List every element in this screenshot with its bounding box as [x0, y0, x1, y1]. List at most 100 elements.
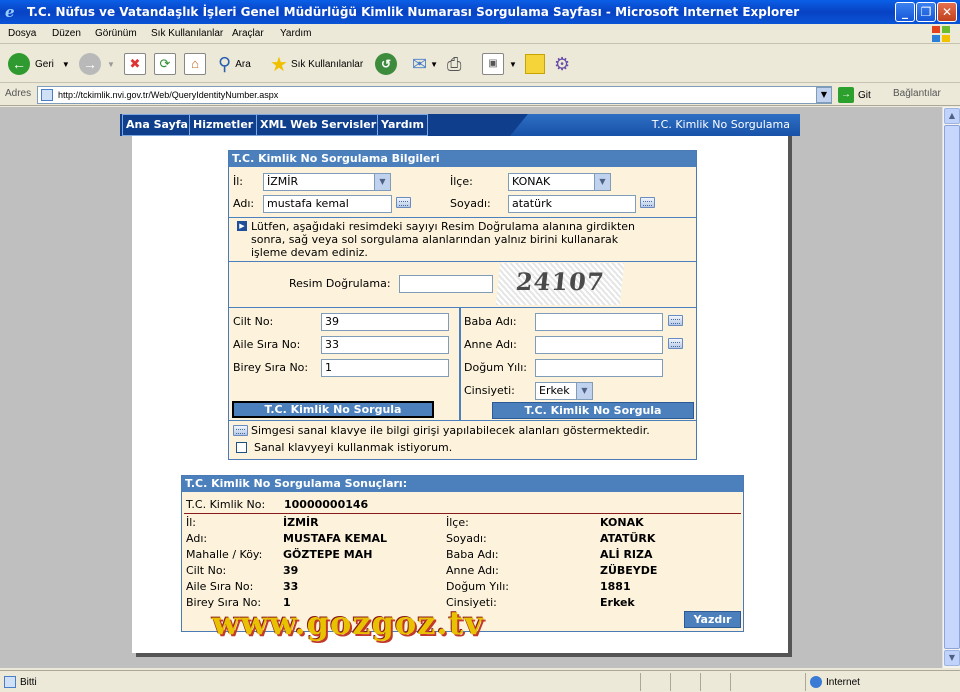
dogum-input[interactable] [535, 359, 663, 377]
keyboard-note: Simgesi sanal klavye ile bilgi girişi ya… [251, 424, 650, 437]
birey-input[interactable]: 1 [321, 359, 449, 377]
keyboard-checkbox[interactable] [236, 442, 247, 453]
dogum-label: Doğum Yılı: [464, 361, 527, 374]
baba-label: Baba Adı: [464, 315, 517, 328]
baba-input[interactable] [535, 313, 663, 331]
divider [184, 513, 741, 514]
status-separator [670, 673, 671, 691]
scroll-up-icon[interactable]: ▲ [944, 108, 960, 124]
edit-dropdown-icon[interactable]: ▼ [509, 60, 517, 69]
scroll-down-icon[interactable]: ▼ [944, 650, 960, 666]
edit-icon: ▣ [482, 53, 504, 75]
star-icon: ★ [270, 53, 288, 76]
virtual-keyboard-icon[interactable] [668, 338, 683, 349]
query-panel-header: T.C. Kimlik No Sorgulama Bilgileri [229, 151, 696, 167]
info-arrow-icon: ▶ [237, 221, 247, 231]
status-separator [640, 673, 641, 691]
result-value: ATATÜRK [600, 532, 656, 545]
ie-icon: e [5, 3, 15, 21]
address-bar: Adres http://tckimlik.nvi.gov.tr/Web/Que… [0, 84, 960, 106]
refresh-icon: ⟳ [154, 53, 176, 75]
divider [229, 217, 696, 218]
menu-araclar[interactable]: Araçlar [232, 28, 264, 39]
address-dropdown-icon[interactable]: ▼ [816, 87, 832, 103]
home-button[interactable]: ⌂ [184, 52, 206, 76]
aile-label: Aile Sıra No: [233, 338, 301, 351]
page-title: T.C. Kimlik No Sorgulama [651, 118, 790, 131]
result-value: 1881 [600, 580, 631, 593]
printer-icon: ⎙ [447, 53, 462, 74]
favorites-button[interactable]: ★ Sık Kullanılanlar [270, 52, 363, 76]
mail-button[interactable]: ✉ ▼ [412, 52, 438, 76]
divider [229, 261, 696, 262]
address-url: http://tckimlik.nvi.gov.tr/Web/QueryIden… [58, 90, 279, 100]
nav-yardim[interactable]: Yardım [377, 114, 428, 136]
go-label: Git [858, 89, 871, 101]
status-zone-text: Internet [826, 676, 860, 688]
result-value: 33 [283, 580, 299, 593]
nav-xml-web-servisleri[interactable]: XML Web Servisleri [256, 114, 384, 136]
go-button[interactable]: → Git [838, 87, 871, 103]
virtual-keyboard-icon[interactable] [668, 315, 683, 326]
minimize-button[interactable]: _ [895, 2, 915, 22]
edit-button[interactable]: ▣ ▼ [482, 52, 517, 76]
stop-button[interactable]: ✖ [124, 52, 146, 76]
query-left-button[interactable]: T.C. Kimlik No Sorgula [232, 401, 434, 418]
captcha-image: 24107 [495, 263, 625, 305]
menu-duzen[interactable]: Düzen [52, 28, 81, 39]
vertical-scrollbar[interactable]: ▲ ▼ [942, 107, 960, 668]
nav-hizmetler[interactable]: Hizmetler [189, 114, 258, 136]
research-button[interactable]: ⚙ [554, 52, 570, 76]
cinsiyet-selected: Erkek [539, 384, 570, 397]
scroll-thumb[interactable] [944, 125, 960, 649]
menu-yardim[interactable]: Yardım [280, 28, 312, 39]
virtual-keyboard-icon[interactable] [396, 197, 411, 208]
mail-icon: ✉ [412, 53, 428, 74]
soyadi-input[interactable]: atatürk [508, 195, 636, 213]
back-button[interactable]: ← Geri ▼ [8, 52, 70, 76]
query-right-button[interactable]: T.C. Kimlik No Sorgula [492, 402, 694, 419]
history-button[interactable]: ↺ [375, 52, 397, 76]
address-input[interactable]: http://tckimlik.nvi.gov.tr/Web/QueryIden… [37, 86, 832, 104]
back-dropdown-icon[interactable]: ▼ [62, 60, 70, 69]
captcha-input[interactable] [399, 275, 493, 293]
search-button[interactable]: ⚲ Ara [218, 52, 251, 76]
result-label: Mahalle / Köy: [186, 548, 263, 561]
result-label: Baba Adı: [446, 548, 499, 561]
cinsiyet-select[interactable]: Erkek ▼ [535, 382, 593, 400]
notes-button[interactable] [525, 52, 545, 76]
result-value: Erkek [600, 596, 635, 609]
mail-dropdown-icon[interactable]: ▼ [430, 60, 438, 69]
menu-sik-kullanilanlar[interactable]: Sık Kullanılanlar [151, 28, 223, 39]
il-dropdown-icon: ▼ [374, 174, 390, 190]
links-button[interactable]: Bağlantılar [893, 88, 941, 99]
adi-input[interactable]: mustafa kemal [263, 195, 392, 213]
info-text-line2: sonra, sağ veya sol sorgulama alanlarınd… [251, 233, 619, 246]
title-bar: e T.C. Nüfus ve Vatandaşlık İşleri Genel… [0, 0, 960, 24]
cinsiyet-label: Cinsiyeti: [464, 384, 515, 397]
menu-dosya[interactable]: Dosya [8, 28, 36, 39]
nav-ana-sayfa[interactable]: Ana Sayfa [122, 114, 192, 136]
menu-gorunum[interactable]: Görünüm [95, 28, 137, 39]
cilt-input[interactable]: 39 [321, 313, 449, 331]
home-icon: ⌂ [184, 53, 206, 75]
windows-logo-icon [932, 26, 950, 42]
refresh-button[interactable]: ⟳ [154, 52, 176, 76]
print-toolbar-button[interactable]: ⎙ [447, 52, 461, 76]
close-button[interactable]: ✕ [937, 2, 957, 22]
address-label: Adres [5, 88, 32, 99]
print-button[interactable]: Yazdır [684, 611, 741, 628]
ilce-select[interactable]: KONAK ▼ [508, 173, 611, 191]
anne-input[interactable] [535, 336, 663, 354]
ilce-label: İlçe: [450, 175, 473, 188]
forward-button[interactable]: → ▼ [79, 52, 115, 76]
result-label: Aile Sıra No: [186, 580, 254, 593]
il-select[interactable]: İZMİR ▼ [263, 173, 391, 191]
result-value: 39 [283, 564, 299, 577]
maximize-button[interactable]: ❐ [916, 2, 936, 22]
aile-input[interactable]: 33 [321, 336, 449, 354]
result-value: ZÜBEYDE [600, 564, 658, 577]
back-label: Geri [35, 58, 54, 70]
ilce-selected: KONAK [512, 175, 551, 188]
virtual-keyboard-icon[interactable] [640, 197, 655, 208]
